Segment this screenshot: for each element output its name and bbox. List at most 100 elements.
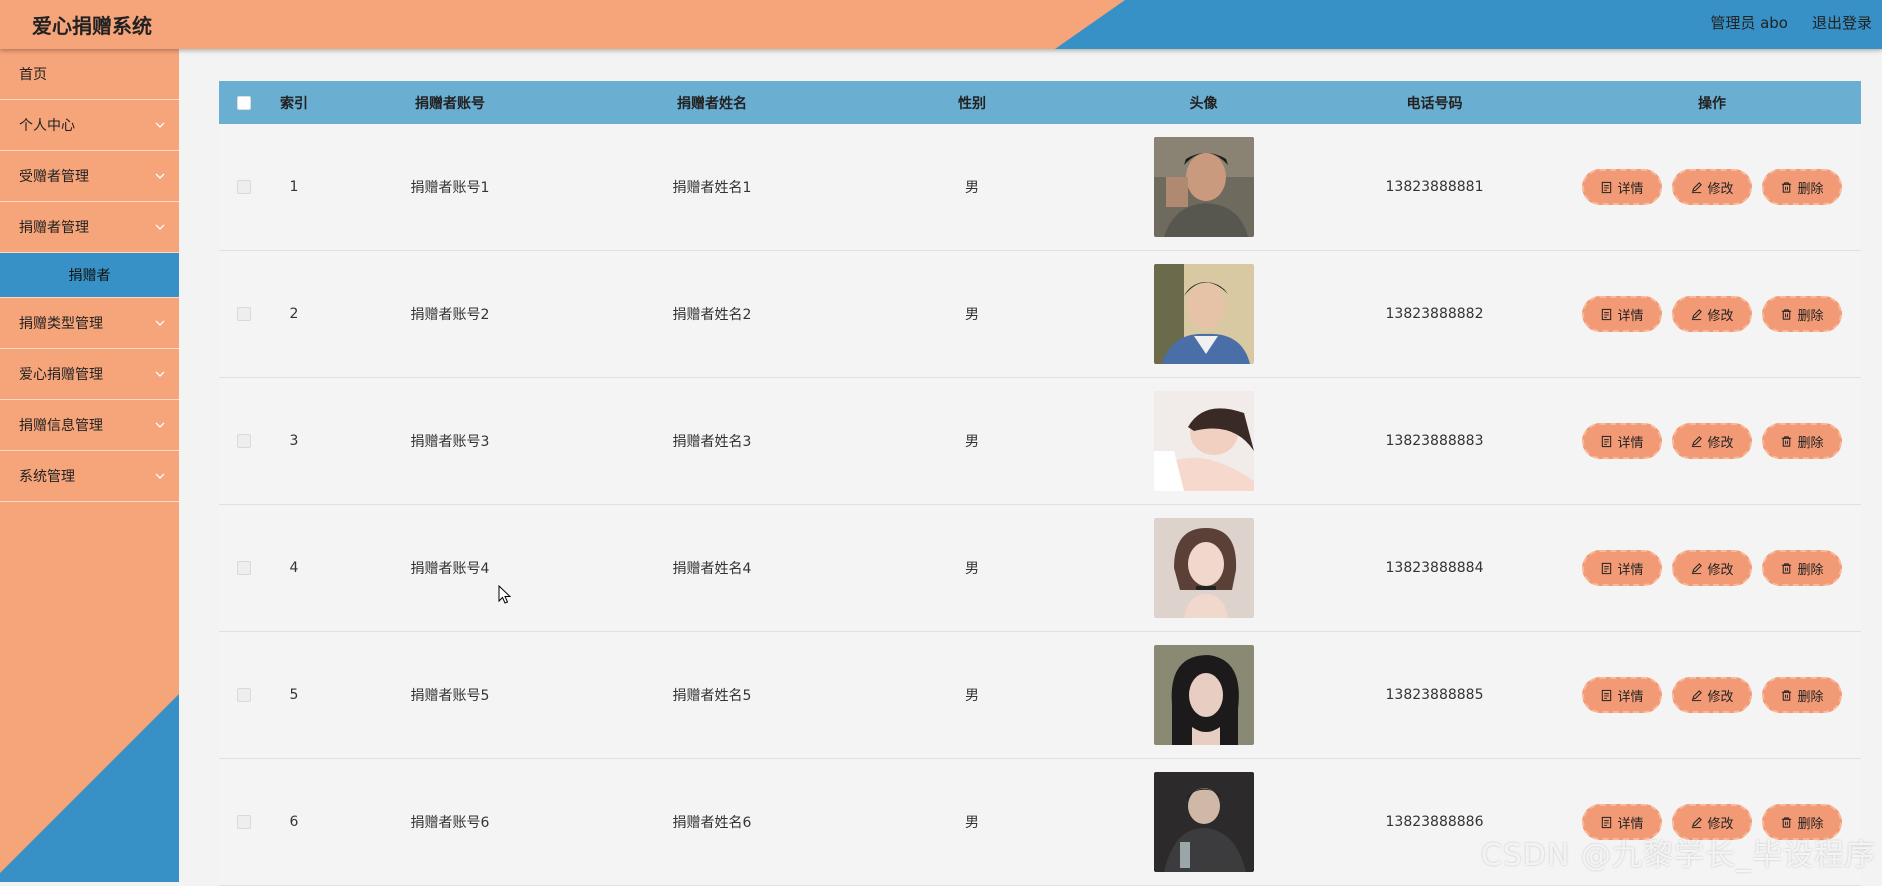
delete-button-label: 删除 — [1797, 432, 1823, 451]
sidebar-item-label: 个人中心 — [19, 115, 75, 135]
cell-phone: 13823888885 — [1306, 687, 1563, 703]
edit-button[interactable]: 修改 — [1672, 296, 1752, 332]
sidebar-item-donation-type-management[interactable]: 捐赠类型管理 — [0, 298, 179, 349]
chevron-down-icon — [153, 169, 167, 183]
avatar — [1154, 391, 1254, 491]
trash-icon — [1780, 689, 1793, 702]
detail-button[interactable]: 详情 — [1582, 423, 1662, 459]
row-checkbox[interactable] — [237, 307, 251, 321]
sidebar-item-system-management[interactable]: 系统管理 — [0, 451, 179, 502]
sidebar-subitem-label: 捐赠者 — [69, 265, 111, 285]
pencil-icon — [1690, 181, 1703, 194]
watermark: CSDN @九黎学长_毕设程序 — [1481, 830, 1876, 874]
trash-icon — [1780, 308, 1793, 321]
edit-button[interactable]: 修改 — [1672, 550, 1752, 586]
cell-account: 捐赠者账号3 — [319, 431, 581, 451]
document-icon — [1600, 181, 1613, 194]
chevron-down-icon — [153, 418, 167, 432]
sidebar-item-home[interactable]: 首页 — [0, 49, 179, 100]
trash-icon — [1780, 816, 1793, 829]
logout-button[interactable]: 退出登录 — [1812, 12, 1872, 33]
edit-button-label: 修改 — [1707, 305, 1733, 324]
cell-gender: 男 — [843, 685, 1101, 705]
current-user: 管理员 abo — [1710, 12, 1788, 33]
delete-button[interactable]: 删除 — [1762, 423, 1842, 459]
sidebar-subitem-donor[interactable]: 捐赠者 — [0, 253, 179, 298]
document-icon — [1600, 816, 1613, 829]
cell-name: 捐赠者姓名6 — [581, 812, 843, 832]
detail-button[interactable]: 详情 — [1582, 677, 1662, 713]
detail-button-label: 详情 — [1617, 432, 1643, 451]
column-header-gender: 性别 — [843, 93, 1101, 113]
sidebar-item-label: 捐赠者管理 — [19, 217, 89, 237]
detail-button[interactable]: 详情 — [1582, 550, 1662, 586]
delete-button[interactable]: 删除 — [1762, 550, 1842, 586]
edit-button[interactable]: 修改 — [1672, 677, 1752, 713]
table-row: 5 捐赠者账号5 捐赠者姓名5 男 13823888885 详情 修改 删除 — [219, 632, 1861, 759]
row-checkbox[interactable] — [237, 688, 251, 702]
chevron-down-icon — [153, 469, 167, 483]
main-content: 索引 捐赠者账号 捐赠者姓名 性别 头像 电话号码 操作 1 捐赠者账号1 捐赠… — [179, 49, 1882, 882]
sidebar-item-personal-center[interactable]: 个人中心 — [0, 100, 179, 151]
row-checkbox[interactable] — [237, 180, 251, 194]
app-title: 爱心捐赠系统 — [32, 10, 152, 39]
sidebar-item-label: 受赠者管理 — [19, 166, 89, 186]
row-checkbox[interactable] — [237, 815, 251, 829]
sidebar-item-charity-donation-management[interactable]: 爱心捐赠管理 — [0, 349, 179, 400]
sidebar-item-label: 爱心捐赠管理 — [19, 364, 103, 384]
cell-account: 捐赠者账号2 — [319, 304, 581, 324]
top-header: 爱心捐赠系统 管理员 abo 退出登录 — [0, 0, 1882, 49]
cell-gender: 男 — [843, 304, 1101, 324]
trash-icon — [1780, 181, 1793, 194]
cell-name: 捐赠者姓名3 — [581, 431, 843, 451]
cell-name: 捐赠者姓名2 — [581, 304, 843, 324]
delete-button-label: 删除 — [1797, 305, 1823, 324]
cell-phone: 13823888882 — [1306, 306, 1563, 322]
avatar — [1154, 264, 1254, 364]
avatar — [1154, 772, 1254, 872]
column-header-actions: 操作 — [1563, 93, 1861, 113]
header-background — [0, 0, 1882, 49]
column-header-index: 索引 — [269, 93, 319, 113]
delete-button[interactable]: 删除 — [1762, 296, 1842, 332]
delete-button[interactable]: 删除 — [1762, 677, 1842, 713]
pencil-icon — [1690, 308, 1703, 321]
sidebar-item-label: 首页 — [19, 64, 47, 84]
cell-account: 捐赠者账号4 — [319, 558, 581, 578]
sidebar-item-donor-management[interactable]: 捐赠者管理 — [0, 202, 179, 253]
edit-button[interactable]: 修改 — [1672, 169, 1752, 205]
sidebar-item-recipient-management[interactable]: 受赠者管理 — [0, 151, 179, 202]
sidebar-item-label: 捐赠信息管理 — [19, 415, 103, 435]
row-checkbox[interactable] — [237, 434, 251, 448]
delete-button-label: 删除 — [1797, 686, 1823, 705]
trash-icon — [1780, 562, 1793, 575]
cell-name: 捐赠者姓名4 — [581, 558, 843, 578]
delete-button[interactable]: 删除 — [1762, 169, 1842, 205]
select-all-checkbox[interactable] — [237, 96, 251, 110]
column-header-name: 捐赠者姓名 — [581, 93, 843, 113]
chevron-down-icon — [153, 220, 167, 234]
edit-button[interactable]: 修改 — [1672, 423, 1752, 459]
trash-icon — [1780, 435, 1793, 448]
detail-button-label: 详情 — [1617, 813, 1643, 832]
cell-gender: 男 — [843, 558, 1101, 578]
document-icon — [1600, 562, 1613, 575]
table-row: 3 捐赠者账号3 捐赠者姓名3 男 13823888883 详情 修改 删除 — [219, 378, 1861, 505]
edit-button-label: 修改 — [1707, 813, 1733, 832]
sidebar-item-label: 捐赠类型管理 — [19, 313, 103, 333]
chevron-down-icon — [153, 118, 167, 132]
detail-button[interactable]: 详情 — [1582, 169, 1662, 205]
cell-gender: 男 — [843, 177, 1101, 197]
chevron-down-icon — [153, 367, 167, 381]
sidebar-item-label: 系统管理 — [19, 466, 75, 486]
sidebar-item-donation-info-management[interactable]: 捐赠信息管理 — [0, 400, 179, 451]
cell-account: 捐赠者账号6 — [319, 812, 581, 832]
detail-button[interactable]: 详情 — [1582, 296, 1662, 332]
pencil-icon — [1690, 562, 1703, 575]
table-row: 4 捐赠者账号4 捐赠者姓名4 男 13823888884 详情 修改 删除 — [219, 505, 1861, 632]
delete-button-label: 删除 — [1797, 813, 1823, 832]
edit-button-label: 修改 — [1707, 686, 1733, 705]
cell-index: 3 — [269, 433, 319, 449]
sidebar-menu: 首页 个人中心 受赠者管理 捐赠者管理 捐赠者 捐赠类型管理 爱心捐赠管理 捐赠… — [0, 49, 179, 502]
row-checkbox[interactable] — [237, 561, 251, 575]
